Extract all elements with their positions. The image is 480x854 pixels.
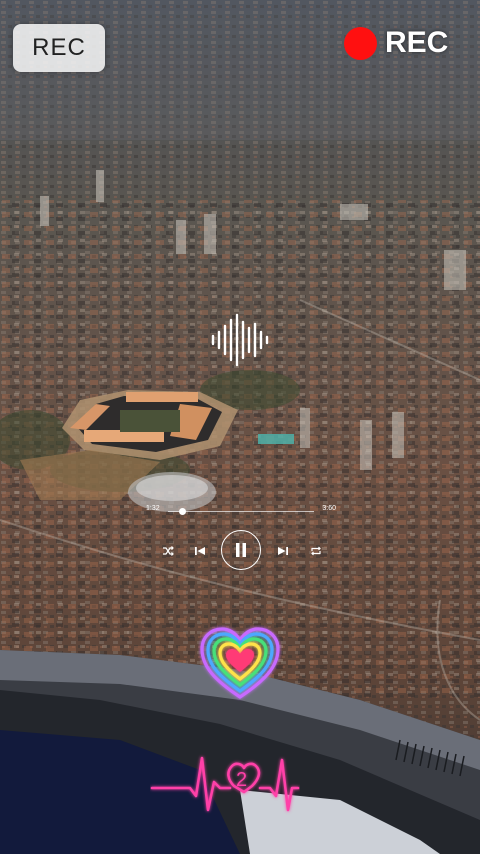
previous-track-icon[interactable]: [192, 543, 208, 559]
pause-button[interactable]: [221, 530, 261, 570]
playback-controls: [160, 530, 325, 572]
svg-text:2: 2: [236, 769, 247, 791]
rainbow-heart-icon: [200, 627, 280, 699]
aerial-city-background: [0, 0, 480, 854]
current-time: 1:32: [146, 505, 160, 512]
next-track-icon[interactable]: [275, 543, 291, 559]
progress-track[interactable]: [168, 511, 314, 512]
shuffle-icon[interactable]: [160, 543, 176, 559]
recording-indicator-label: REC: [385, 26, 449, 59]
recording-indicator: REC: [344, 26, 448, 60]
record-dot-icon: [344, 26, 377, 60]
rec-badge-label: REC: [32, 34, 86, 61]
rec-badge: REC: [13, 24, 105, 72]
sound-waveform-icon: [211, 313, 269, 367]
pause-icon: [236, 543, 246, 557]
progress-handle[interactable]: [179, 508, 187, 515]
total-time: 3:60: [322, 505, 336, 512]
repeat-icon[interactable]: [308, 543, 324, 559]
heartbeat-line-icon: 2: [150, 756, 300, 812]
playback-progress[interactable]: 1:32 3:60: [146, 505, 336, 519]
